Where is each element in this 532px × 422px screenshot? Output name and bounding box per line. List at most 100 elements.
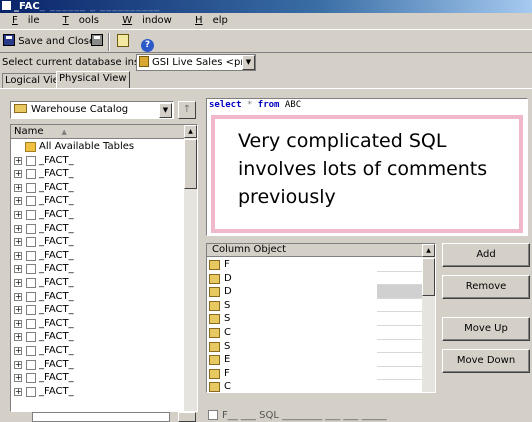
tree-item-table[interactable]: +_FACT_ xyxy=(11,358,185,372)
table-tree[interactable]: Name▲ All Available Tables + _FACT_ + _FACT… xyxy=(10,124,198,412)
column-icon xyxy=(209,369,220,379)
tree-item-table[interactable]: +_FACT_ xyxy=(11,249,185,263)
catalog-select[interactable]: Warehouse Catalog ▼ xyxy=(10,101,174,119)
expand-icon[interactable]: + xyxy=(14,320,22,328)
tree-item-label: _FACT_ xyxy=(39,194,74,208)
tree-item-table[interactable]: +_FACT_ xyxy=(11,235,185,249)
column-object-label: S xyxy=(224,340,230,354)
table-icon xyxy=(26,305,36,315)
column-icon xyxy=(209,314,220,324)
tree-item-table[interactable]: +_FACT_ xyxy=(11,262,185,276)
column-object-label: C xyxy=(224,326,231,340)
properties-button[interactable] xyxy=(117,33,133,51)
column-icon xyxy=(209,287,220,297)
expand-icon[interactable]: + xyxy=(14,211,22,219)
move-down-button[interactable]: Move Down xyxy=(442,349,530,373)
help-button[interactable]: ? xyxy=(141,33,154,51)
sql-editor[interactable]: select * from ABC Very complicated SQL i… xyxy=(206,98,528,236)
expand-icon[interactable]: + xyxy=(14,225,22,233)
save-button[interactable] xyxy=(91,33,103,51)
chevron-down-icon[interactable]: ▼ xyxy=(242,55,255,70)
tree-item-table[interactable]: + _FACT_ xyxy=(11,194,185,208)
expand-icon[interactable]: + xyxy=(14,306,22,314)
tree-item-table[interactable]: +_FACT_ xyxy=(11,290,185,304)
tree-scrollbar[interactable]: ▲ xyxy=(184,125,197,411)
expand-icon[interactable]: + xyxy=(14,265,22,273)
table-icon xyxy=(26,278,36,288)
expand-icon[interactable]: + xyxy=(14,293,22,301)
bottom-select[interactable] xyxy=(32,412,170,422)
expand-icon[interactable]: + xyxy=(14,157,22,165)
scroll-up-icon[interactable]: ▲ xyxy=(422,244,435,257)
expand-icon[interactable]: + xyxy=(14,252,22,260)
tab-divider xyxy=(0,88,532,89)
table-icon xyxy=(26,360,36,370)
expand-icon[interactable]: + xyxy=(14,333,22,341)
tree-item-table[interactable]: +_FACT_ xyxy=(11,222,185,236)
tree-item-table[interactable]: +_FACT_ xyxy=(11,344,185,358)
expand-icon[interactable]: + xyxy=(14,279,22,287)
save-disabled-icon xyxy=(91,34,103,46)
tab-physical-view[interactable]: Physical View xyxy=(56,71,130,88)
expand-icon[interactable]: + xyxy=(14,361,22,369)
db-instance-select[interactable]: GSI Live Sales <project ▼ xyxy=(136,54,256,71)
bottom-option-label: F__ ___ SQL ________ ___ ___ _____ xyxy=(222,410,387,421)
column-object-row[interactable]: F xyxy=(207,367,423,381)
column-object-label: C xyxy=(224,380,231,393)
column-object-row[interactable]: S xyxy=(207,340,423,354)
column-object-row[interactable]: D xyxy=(207,272,423,286)
column-object-list[interactable]: Column Object FDDSSCSEFC ▲ xyxy=(206,243,436,393)
move-up-button[interactable]: Move Up xyxy=(442,317,530,341)
scroll-thumb[interactable] xyxy=(422,258,435,296)
tree-item-table[interactable]: +_FACT_ xyxy=(11,276,185,290)
scroll-thumb[interactable] xyxy=(184,139,197,189)
tree-item-table[interactable]: +_FACT_ xyxy=(11,371,185,385)
column-object-row[interactable]: S xyxy=(207,312,423,326)
tree-item-table[interactable]: +_FACT_ xyxy=(11,303,185,317)
table-icon xyxy=(26,264,36,274)
scroll-up-icon[interactable]: ▲ xyxy=(184,125,197,138)
column-object-header[interactable]: Column Object xyxy=(207,244,423,257)
column-object-row[interactable]: C xyxy=(207,380,423,393)
checkbox-box[interactable] xyxy=(208,410,218,420)
bottom-option-checkbox[interactable]: F__ ___ SQL ________ ___ ___ _____ xyxy=(208,410,387,422)
annotation-callout: Very complicated SQL involves lots of co… xyxy=(211,115,523,233)
remove-button[interactable]: Remove xyxy=(442,275,530,299)
column-icon xyxy=(209,301,220,311)
expand-icon[interactable]: + xyxy=(14,388,22,396)
menu-help-rest: elp xyxy=(213,15,228,26)
chevron-down-icon[interactable]: ▼ xyxy=(159,103,172,118)
add-button[interactable]: Add xyxy=(442,243,530,267)
column-object-row[interactable]: S xyxy=(207,299,423,313)
tree-item-table[interactable]: +_FACT_ xyxy=(11,385,185,399)
column-object-row[interactable]: F xyxy=(207,258,423,272)
bottom-button[interactable] xyxy=(178,412,196,422)
up-folder-button[interactable]: ↑ xyxy=(178,101,196,119)
tree-item-table[interactable]: + _FACT_ xyxy=(11,181,185,195)
menu-file[interactable]: File xyxy=(6,15,43,26)
column-object-label: F xyxy=(224,367,230,381)
expand-icon[interactable]: + xyxy=(14,197,22,205)
tree-item-all-tables[interactable]: All Available Tables xyxy=(11,140,185,154)
tree-item-table[interactable]: +_FACT_ xyxy=(11,317,185,331)
tree-column-header[interactable]: Name▲ xyxy=(11,125,185,139)
column-list-scrollbar[interactable]: ▲ xyxy=(422,244,435,392)
menu-tools[interactable]: Tools xyxy=(57,15,103,26)
column-object-row[interactable]: C xyxy=(207,326,423,340)
expand-icon[interactable]: + xyxy=(14,170,22,178)
expand-icon[interactable]: + xyxy=(14,238,22,246)
menu-help[interactable]: Help xyxy=(189,15,232,26)
column-object-row[interactable]: D xyxy=(207,285,423,299)
menu-window[interactable]: Window xyxy=(116,15,176,26)
expand-icon[interactable]: + xyxy=(14,374,22,382)
tree-item-table[interactable]: +_FACT_ xyxy=(11,154,185,168)
tree-item-table[interactable]: +_FACT_ xyxy=(11,208,185,222)
table-icon xyxy=(26,183,36,193)
save-and-close-button[interactable]: Save and Close xyxy=(3,33,95,51)
expand-icon[interactable]: + xyxy=(14,347,22,355)
tree-item-table[interactable]: +_FACT_ xyxy=(11,330,185,344)
tree-item-table[interactable]: +_FACT_ xyxy=(11,167,185,181)
tree-item-label: _FACT_ xyxy=(39,181,74,195)
column-object-row[interactable]: E xyxy=(207,353,423,367)
expand-icon[interactable]: + xyxy=(14,184,22,192)
